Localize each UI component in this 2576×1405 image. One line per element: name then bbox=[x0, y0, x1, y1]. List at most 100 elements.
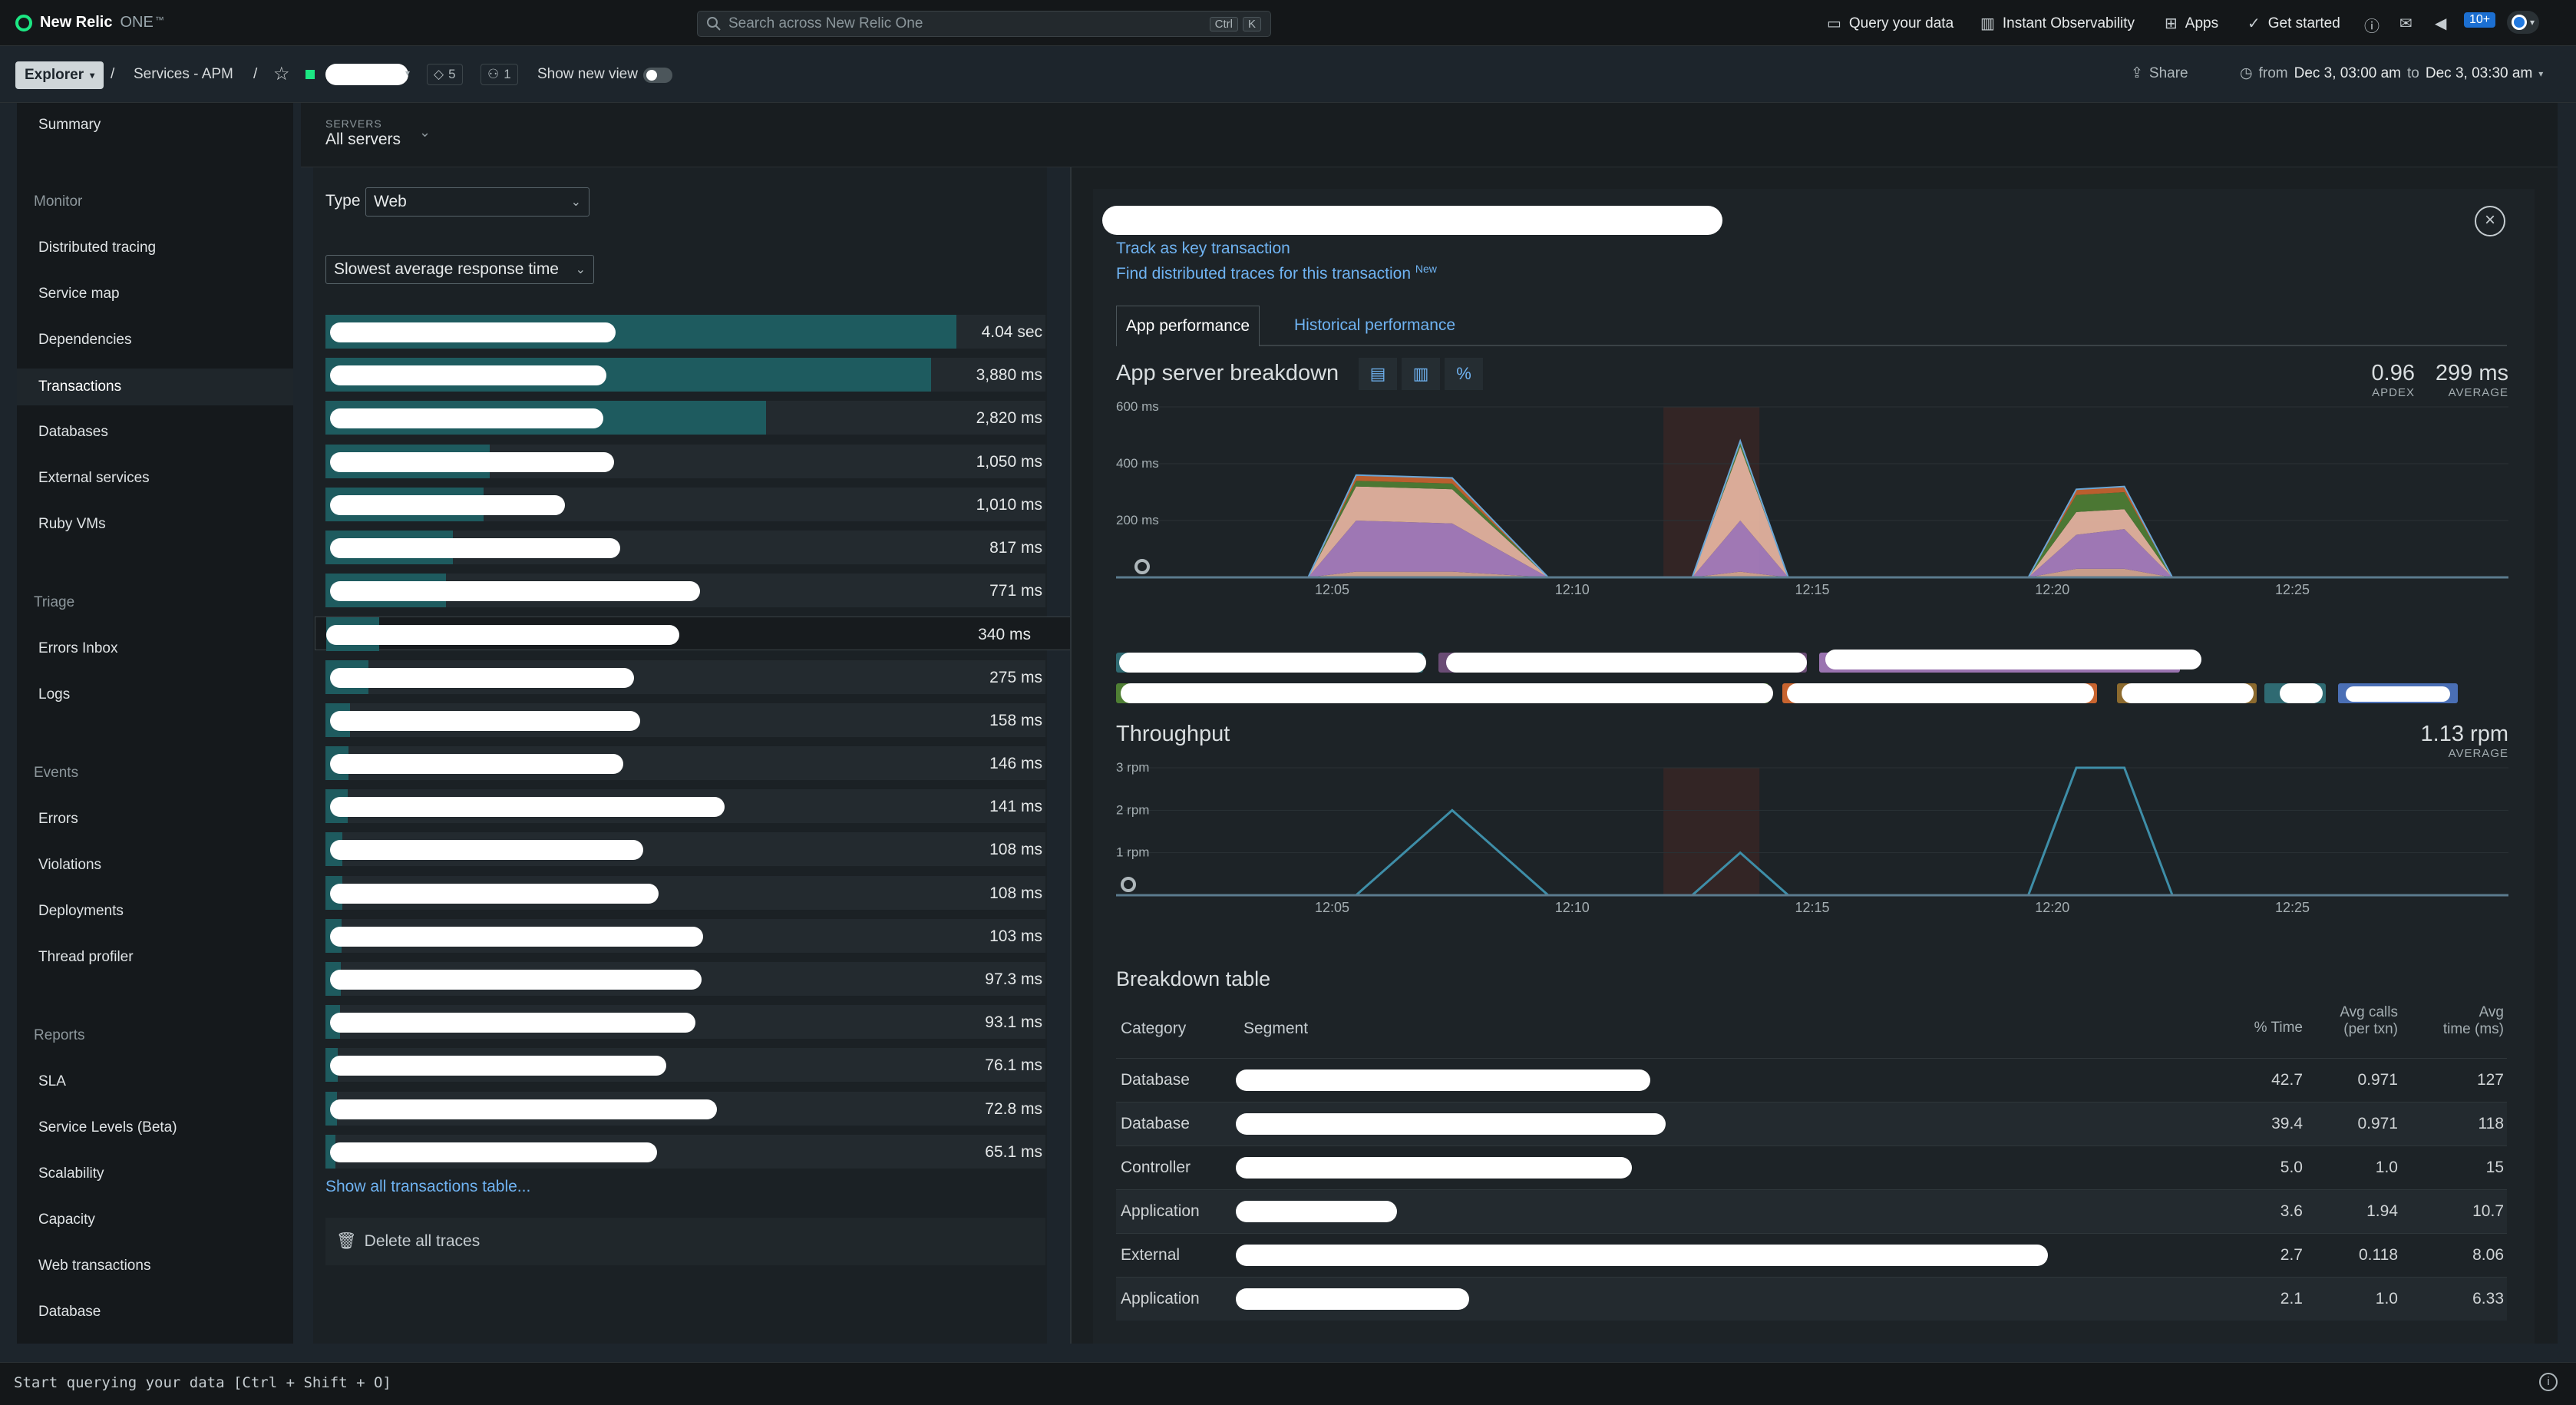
announcements-button[interactable]: ◀ bbox=[2435, 14, 2446, 33]
transaction-row[interactable]: 141 ms bbox=[325, 789, 1045, 824]
tab-historical-performance[interactable]: Historical performance bbox=[1294, 316, 1455, 335]
transaction-row[interactable]: 97.3 ms bbox=[325, 962, 1045, 996]
info-icon[interactable]: i bbox=[2539, 1373, 2558, 1391]
global-search-input[interactable]: Search across New Relic One Ctrl K bbox=[697, 11, 1271, 37]
star-icon[interactable]: ☆ bbox=[273, 63, 290, 85]
transaction-response-time: 93.1 ms bbox=[985, 1013, 1042, 1032]
transaction-row[interactable]: 817 ms bbox=[325, 531, 1045, 564]
sidebar-item-deployments[interactable]: Deployments bbox=[38, 903, 124, 920]
table-row[interactable]: Database 39.4 0.971 118 bbox=[1116, 1102, 2507, 1145]
tags-button[interactable]: ◇ 5 bbox=[427, 64, 463, 85]
bar-chart-icon[interactable]: ▥ bbox=[1402, 358, 1440, 390]
sidebar-item-external-services[interactable]: External services bbox=[38, 470, 150, 487]
column-header-category[interactable]: Category bbox=[1121, 1020, 1186, 1038]
transaction-row[interactable]: 340 ms bbox=[315, 617, 1090, 652]
type-select[interactable]: Web ⌄ bbox=[365, 187, 590, 217]
transaction-row[interactable]: 275 ms bbox=[325, 660, 1045, 694]
sidebar-item-thread-profiler[interactable]: Thread profiler bbox=[38, 949, 134, 966]
help-icon: ⓘ bbox=[2364, 18, 2379, 35]
sidebar-item-transactions[interactable]: Transactions bbox=[17, 369, 293, 405]
help-button[interactable]: ⓘ bbox=[2364, 14, 2379, 36]
transaction-row[interactable]: 76.1 ms bbox=[325, 1048, 1045, 1083]
track-key-transaction-link[interactable]: Track as key transaction bbox=[1116, 240, 1290, 258]
sidebar-item-logs[interactable]: Logs bbox=[38, 686, 70, 703]
brand-suffix: ONE bbox=[120, 14, 154, 31]
percent-icon[interactable]: % bbox=[1445, 358, 1483, 390]
explorer-button[interactable]: Explorer ▾ bbox=[15, 61, 104, 89]
feedback-button[interactable]: ✉ bbox=[2399, 14, 2413, 33]
throughput-chart[interactable]: 3 rpm 2 rpm 1 rpm 12:05 12:10 12:15 12:20 12:25 bbox=[1116, 757, 2508, 926]
table-row[interactable]: External 2.7 0.118 8.06 bbox=[1116, 1233, 2507, 1277]
time-picker[interactable]: ◷ from Dec 3, 03:00 am to Dec 3, 03:30 a… bbox=[2240, 64, 2543, 82]
workloads-button[interactable]: ⚇ 1 bbox=[481, 64, 518, 85]
sidebar-item-errors[interactable]: Errors bbox=[38, 811, 78, 828]
sidebar-item-databases[interactable]: Databases bbox=[38, 424, 108, 441]
show-all-transactions-link[interactable]: Show all transactions table... bbox=[325, 1178, 530, 1196]
user-menu[interactable]: ▾ bbox=[2507, 11, 2539, 34]
sidebar-item-scalability[interactable]: Scalability bbox=[38, 1165, 104, 1182]
column-header-pct-time[interactable]: % Time bbox=[2218, 1020, 2303, 1036]
query-data-button[interactable]: ▭ Query your data bbox=[1827, 14, 1953, 33]
delete-traces-button[interactable]: 🗑 Delete all traces bbox=[325, 1218, 1045, 1265]
sidebar-item-dependencies[interactable]: Dependencies bbox=[38, 332, 131, 349]
tab-app-performance[interactable]: App performance bbox=[1116, 306, 1260, 346]
chevron-down-icon[interactable]: ▾ bbox=[405, 68, 410, 78]
transaction-row[interactable]: 2,820 ms bbox=[325, 401, 1045, 435]
transaction-response-time: 2,820 ms bbox=[976, 409, 1042, 428]
legend-label-redacted bbox=[1121, 683, 1773, 703]
sidebar-item-violations[interactable]: Violations bbox=[38, 857, 101, 874]
sidebar-item-errors-inbox[interactable]: Errors Inbox bbox=[38, 640, 117, 657]
apps-button[interactable]: ⊞ Apps bbox=[2165, 14, 2218, 33]
transaction-row[interactable]: 93.1 ms bbox=[325, 1005, 1045, 1040]
transaction-row[interactable]: 771 ms bbox=[325, 574, 1045, 608]
column-header-segment[interactable]: Segment bbox=[1243, 1020, 1308, 1038]
area-chart-icon[interactable]: ▤ bbox=[1359, 358, 1397, 390]
servers-select[interactable]: All servers bbox=[325, 131, 401, 149]
app-server-breakdown-chart[interactable]: 600 ms 400 ms 200 ms 12:05 12:10 12:15 12:20 12… bbox=[1116, 396, 2508, 603]
sidebar-item-web-transactions[interactable]: Web transactions bbox=[38, 1258, 150, 1274]
show-new-view-toggle[interactable] bbox=[643, 68, 672, 83]
breadcrumb-services-apm[interactable]: Services - APM bbox=[134, 66, 233, 83]
transaction-name-redacted bbox=[326, 625, 679, 646]
transaction-response-time: 3,880 ms bbox=[976, 366, 1042, 385]
table-row[interactable]: Database 42.7 0.971 127 bbox=[1116, 1058, 2507, 1102]
sidebar-item-sla[interactable]: SLA bbox=[38, 1073, 66, 1090]
sidebar-item-distributed-tracing[interactable]: Distributed tracing bbox=[38, 240, 156, 256]
transaction-row[interactable]: 1,010 ms bbox=[325, 487, 1045, 521]
entity-name-redacted[interactable] bbox=[325, 64, 408, 85]
column-header-avg-calls[interactable]: Avg calls (per txn) bbox=[2303, 1004, 2398, 1038]
notifications-badge[interactable]: 10+ bbox=[2464, 12, 2496, 28]
transaction-row[interactable]: 103 ms bbox=[325, 918, 1045, 953]
get-started-button[interactable]: ✓ Get started bbox=[2247, 14, 2340, 33]
transaction-row[interactable]: 4.04 sec bbox=[325, 315, 1045, 349]
find-distributed-traces-link[interactable]: Find distributed traces for this transac… bbox=[1116, 263, 1437, 283]
transaction-row[interactable]: 146 ms bbox=[325, 746, 1045, 780]
table-row[interactable]: Controller 5.0 1.0 15 bbox=[1116, 1145, 2507, 1189]
transaction-name-redacted bbox=[330, 797, 725, 818]
table-row[interactable]: Application 2.1 1.0 6.33 bbox=[1116, 1277, 2507, 1321]
sidebar-item-service-levels[interactable]: Service Levels (Beta) bbox=[38, 1119, 177, 1136]
share-button[interactable]: ⇪ Share bbox=[2131, 64, 2188, 82]
sidebar-item-ruby-vms[interactable]: Ruby VMs bbox=[38, 516, 106, 533]
column-header-avg-time[interactable]: Avg time (ms) bbox=[2403, 1004, 2504, 1038]
table-row[interactable]: Application 3.6 1.94 10.7 bbox=[1116, 1189, 2507, 1233]
sidebar-item-capacity[interactable]: Capacity bbox=[38, 1212, 95, 1228]
average-response-kpi: 299 ms AVERAGE bbox=[2422, 361, 2508, 399]
transaction-row[interactable]: 108 ms bbox=[325, 875, 1045, 910]
sidebar-item-database[interactable]: Database bbox=[38, 1304, 101, 1321]
new-relic-logo[interactable]: New Relic ONE ™ bbox=[15, 14, 164, 31]
transaction-row[interactable]: 108 ms bbox=[325, 832, 1045, 867]
sidebar-item-summary[interactable]: Summary bbox=[38, 117, 101, 134]
transaction-row[interactable]: 65.1 ms bbox=[325, 1134, 1045, 1169]
instant-observability-button[interactable]: ▥ Instant Observability bbox=[1980, 14, 2135, 33]
transaction-row[interactable]: 158 ms bbox=[325, 702, 1045, 737]
sidebar-item-service-map[interactable]: Service map bbox=[38, 286, 120, 302]
row-segment-redacted bbox=[1236, 1069, 1650, 1091]
query-bar-prompt[interactable]: Start querying your data [Ctrl + Shift +… bbox=[14, 1374, 391, 1391]
chevron-down-icon[interactable]: ⌄ bbox=[419, 124, 431, 140]
sort-select[interactable]: Slowest average response time ⌄ bbox=[325, 255, 594, 284]
close-icon[interactable]: × bbox=[2475, 206, 2505, 236]
transaction-row[interactable]: 72.8 ms bbox=[325, 1091, 1045, 1126]
transaction-row[interactable]: 3,880 ms bbox=[325, 358, 1045, 392]
transaction-row[interactable]: 1,050 ms bbox=[325, 444, 1045, 478]
